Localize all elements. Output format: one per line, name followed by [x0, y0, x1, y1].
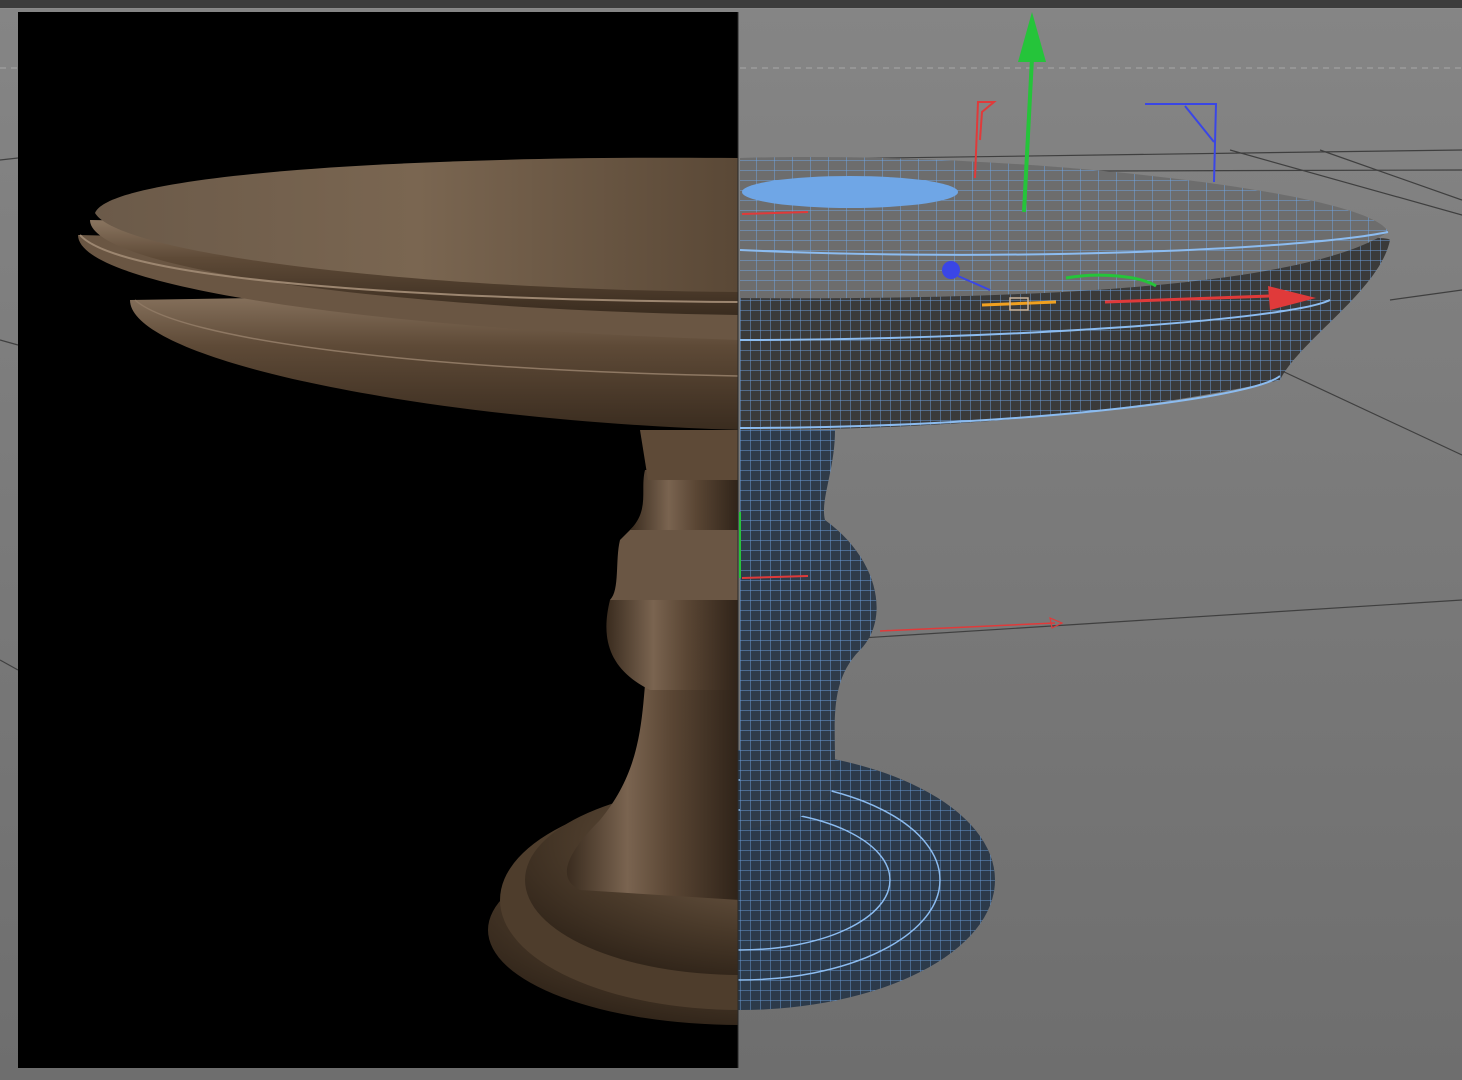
3d-viewport[interactable]: [0, 0, 1462, 1080]
z-axis-handle-icon[interactable]: [942, 261, 960, 279]
viewport-canvas[interactable]: [0, 0, 1462, 1080]
selected-polygons: [742, 176, 958, 208]
